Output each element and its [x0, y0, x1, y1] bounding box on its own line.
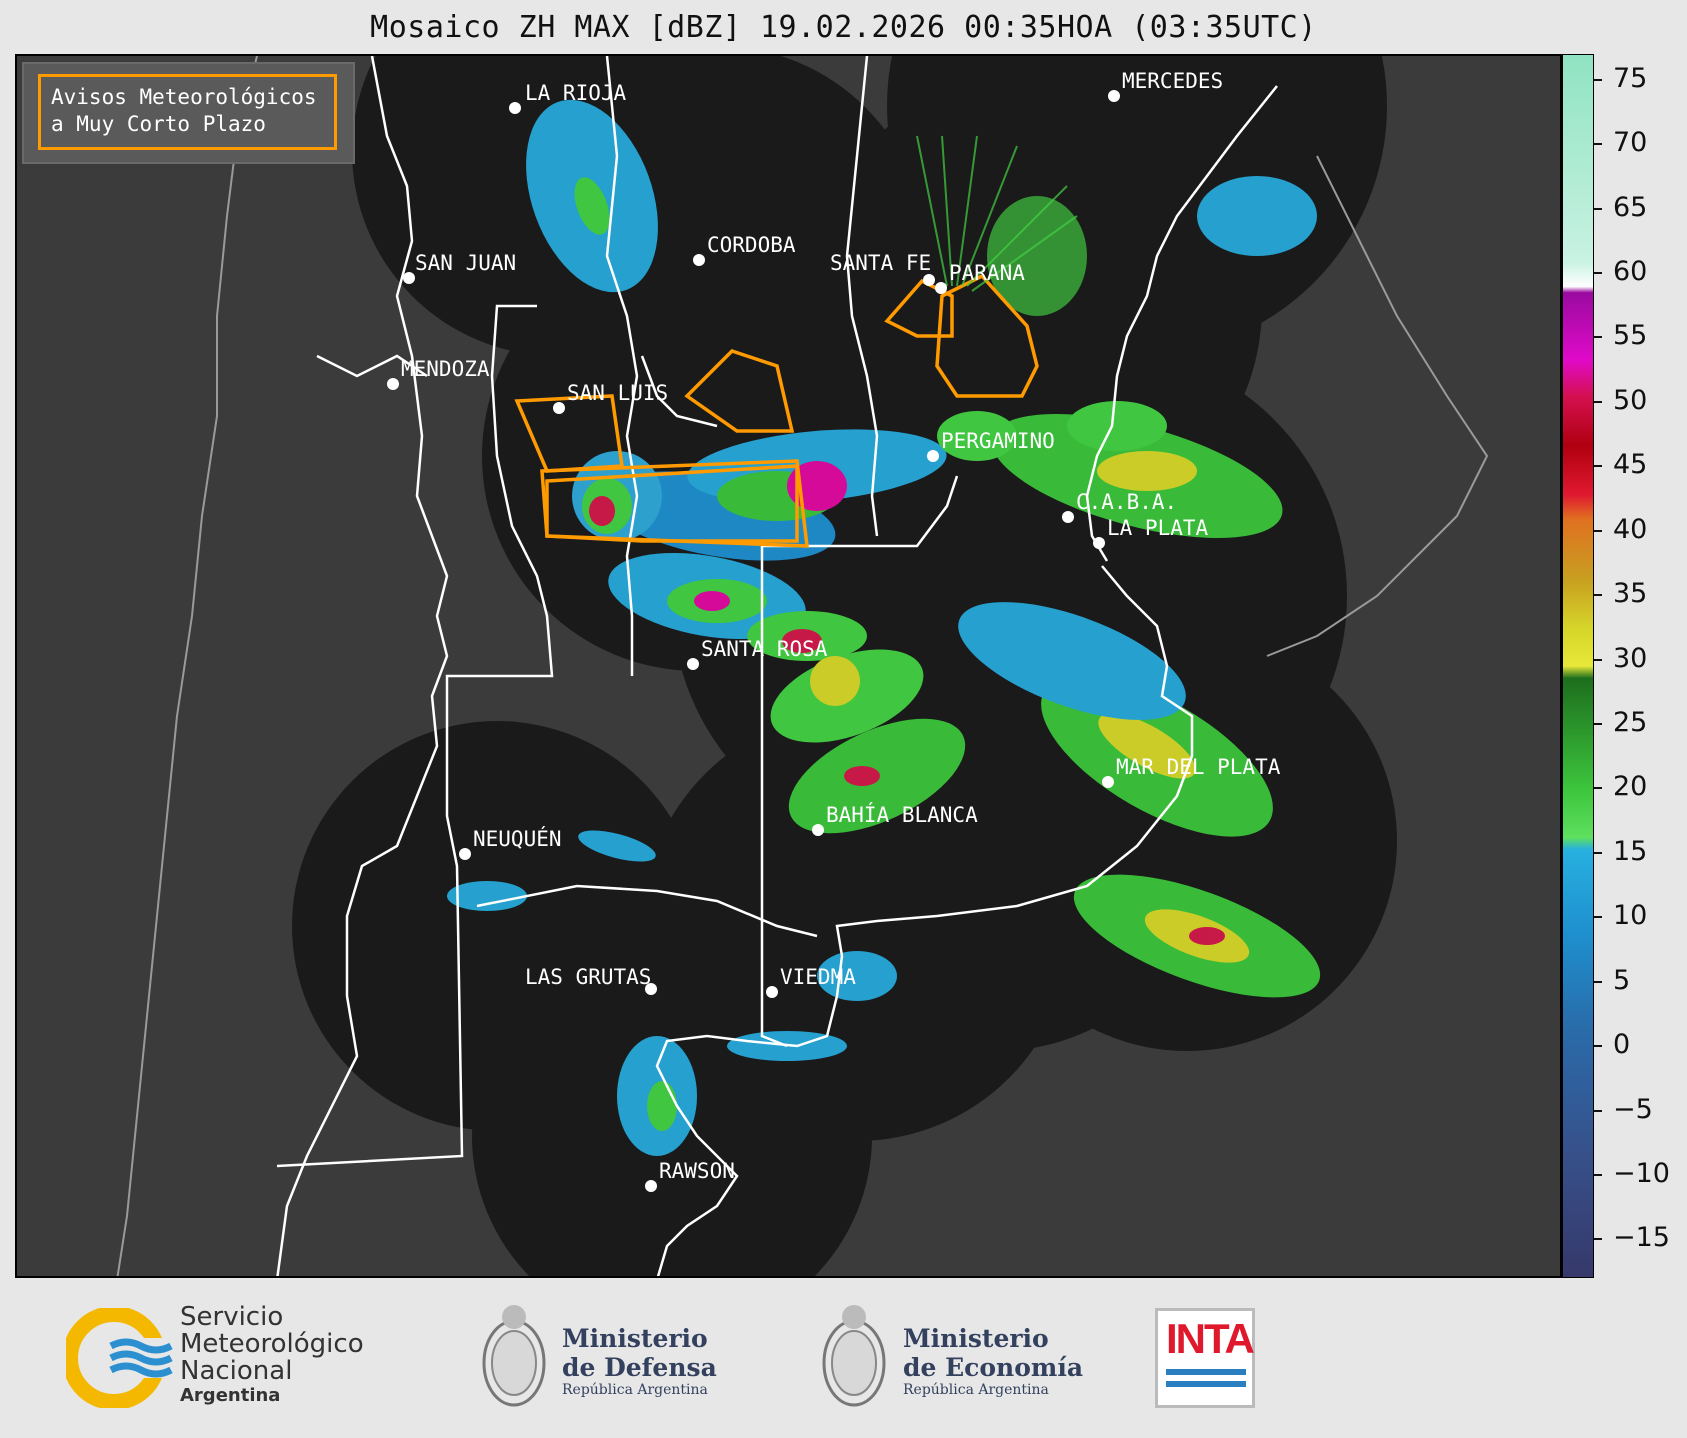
colorbar-tick-label: −5	[1613, 1093, 1653, 1125]
colorbar-tick-mark	[1594, 207, 1602, 210]
colorbar-tick-label: 35	[1613, 578, 1648, 610]
inta-logo: INTA	[1155, 1308, 1255, 1408]
colorbar-tick-mark	[1594, 143, 1602, 146]
svg-text:RAWSON: RAWSON	[659, 1159, 735, 1183]
colorbar-tick-label: 30	[1613, 642, 1648, 674]
colorbar-tick-label: 40	[1613, 513, 1648, 545]
svg-text:SAN LUIS: SAN LUIS	[567, 381, 668, 405]
svg-text:MERCEDES: MERCEDES	[1122, 69, 1223, 93]
colorbar-tick-mark	[1594, 787, 1602, 790]
svg-text:C.A.B.A.: C.A.B.A.	[1076, 490, 1177, 514]
svg-text:LA RIOJA: LA RIOJA	[525, 81, 627, 105]
svg-text:CORDOBA: CORDOBA	[707, 233, 796, 257]
colorbar-tick-label: 45	[1613, 449, 1648, 481]
colorbar-tick-label: 55	[1613, 320, 1648, 352]
colorbar-tick-mark	[1594, 400, 1602, 403]
colorbar-tick-mark	[1594, 980, 1602, 983]
colorbar-tick-mark	[1594, 851, 1602, 854]
svg-text:MAR DEL PLATA: MAR DEL PLATA	[1116, 755, 1281, 779]
colorbar-tick-mark	[1594, 272, 1602, 275]
svg-text:VIEDMA: VIEDMA	[780, 965, 856, 989]
colorbar-tick-label: 70	[1613, 127, 1648, 159]
radar-map-svg: LA RIOJA MERCEDES SAN JUAN CORDOBA SANTA…	[17, 56, 1560, 1276]
colorbar-tick-label: 50	[1613, 384, 1648, 416]
colorbar-tick-mark	[1594, 465, 1602, 468]
colorbar-tick-mark	[1594, 529, 1602, 532]
svg-text:LA PLATA: LA PLATA	[1107, 516, 1209, 540]
svg-text:PERGAMINO: PERGAMINO	[941, 429, 1055, 453]
colorbar-tick-label: 60	[1613, 256, 1648, 288]
svg-text:MENDOZA: MENDOZA	[401, 357, 490, 381]
smn-logo-text: Servicio Meteorológico Nacional Argentin…	[180, 1302, 364, 1407]
colorbar-tick-mark	[1594, 1173, 1602, 1176]
colorbar-tick-label: 20	[1613, 771, 1648, 803]
colorbar-tick-label: 0	[1613, 1029, 1631, 1061]
colorbar-tick-label: 65	[1613, 191, 1648, 223]
colorbar-tick-label: 5	[1613, 964, 1631, 996]
svg-text:SANTA FE: SANTA FE	[830, 251, 931, 275]
svg-text:SANTA ROSA: SANTA ROSA	[701, 637, 828, 661]
colorbar-tick-mark	[1594, 336, 1602, 339]
colorbar-tick-label: 10	[1613, 900, 1648, 932]
colorbar-tick-label: 15	[1613, 835, 1648, 867]
colorbar-tick-label: 25	[1613, 706, 1648, 738]
defensa-logo-text: Ministerio de Defensa República Argentin…	[562, 1324, 717, 1398]
svg-text:PARANA: PARANA	[949, 261, 1025, 285]
colorbar-tick-label: −15	[1613, 1222, 1670, 1254]
svg-text:BAHÍA BLANCA: BAHÍA BLANCA	[826, 802, 978, 827]
colorbar-tick-mark	[1594, 722, 1602, 725]
colorbar-tick-mark	[1594, 594, 1602, 597]
dbz-colorbar	[1562, 54, 1594, 1278]
colorbar-tick-mark	[1594, 916, 1602, 919]
colorbar-tick-mark	[1594, 658, 1602, 661]
colorbar-tick-mark	[1594, 1238, 1602, 1241]
svg-text:SAN JUAN: SAN JUAN	[415, 251, 516, 275]
footer-logos: Servicio Meteorológico Nacional Argentin…	[0, 1280, 1687, 1438]
colorbar-tick-mark	[1594, 1109, 1602, 1112]
smn-logo-icon	[66, 1308, 176, 1408]
defensa-shield-icon	[482, 1305, 546, 1407]
economia-logo-text: Ministerio de Economía República Argenti…	[903, 1324, 1084, 1398]
colorbar-tick-label: 75	[1613, 62, 1648, 94]
colorbar-tick-mark	[1594, 78, 1602, 81]
colorbar-tick-mark	[1594, 1045, 1602, 1048]
svg-text:LAS GRUTAS: LAS GRUTAS	[525, 965, 651, 989]
economia-shield-icon	[822, 1305, 886, 1407]
svg-text:NEUQUÉN: NEUQUÉN	[473, 826, 562, 851]
warning-legend: Avisos Meteorológicos a Muy Corto Plazo	[22, 62, 355, 164]
map-title: Mosaico ZH MAX [dBZ] 19.02.2026 00:35HOA…	[370, 10, 1317, 45]
colorbar-tick-label: −10	[1613, 1157, 1670, 1189]
warning-legend-label: Avisos Meteorológicos a Muy Corto Plazo	[38, 74, 337, 150]
radar-map[interactable]: LA RIOJA MERCEDES SAN JUAN CORDOBA SANTA…	[15, 54, 1562, 1278]
